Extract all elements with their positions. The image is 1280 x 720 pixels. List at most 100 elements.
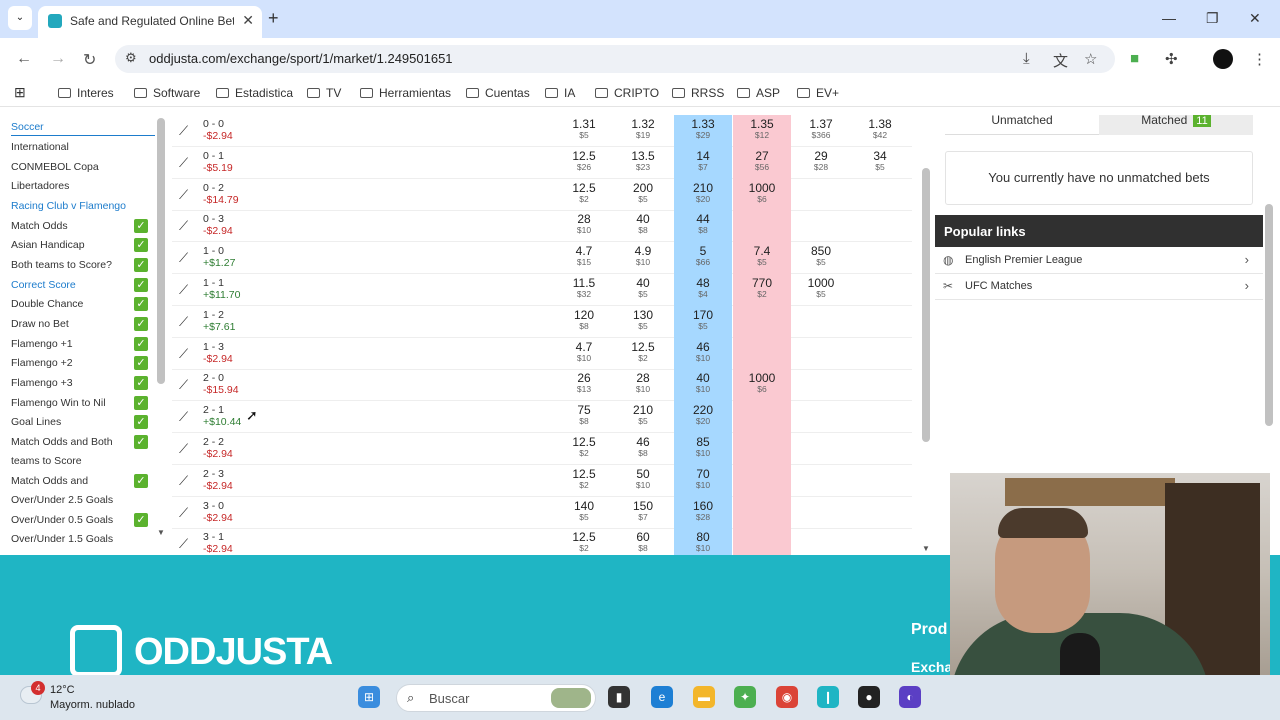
bookmark-star-icon[interactable]: ☆ (1084, 50, 1097, 68)
lay-price-cell[interactable] (733, 464, 791, 497)
sidebar-item[interactable]: Double Chance (11, 298, 83, 310)
price-chart-icon[interactable]: ⟋ (179, 441, 188, 457)
back-price-cell[interactable]: 60 $8 (614, 528, 672, 555)
lay-price-cell[interactable] (851, 401, 909, 433)
lay-price-cell[interactable]: 1000 $6 (733, 369, 791, 402)
back-price-cell[interactable]: 120 $8 (555, 306, 613, 338)
back-price-cell[interactable]: 13.5 $23 (614, 147, 672, 179)
checkbox-checked-icon[interactable]: ✓ (134, 474, 148, 488)
price-chart-icon[interactable]: ⟋ (179, 123, 188, 139)
apps-grid-icon[interactable]: ⊞ (14, 84, 26, 101)
back-price-cell[interactable]: 11.5 $32 (555, 274, 613, 306)
extensions-puzzle-icon[interactable]: ✣ (1165, 50, 1178, 68)
back-price-cell[interactable]: 75 $8 (555, 401, 613, 433)
task-view-icon[interactable]: ▮ (608, 686, 630, 708)
new-tab-button[interactable]: + (268, 8, 279, 29)
lay-price-cell[interactable]: 850 $5 (792, 242, 850, 274)
close-tab-icon[interactable]: ✕ (242, 12, 254, 29)
sidebar-item[interactable]: Over/Under 0.5 Goals (11, 514, 113, 526)
install-app-icon[interactable]: ⤓ (1023, 50, 1030, 67)
lay-price-cell[interactable]: 1.35 $12 (733, 115, 791, 147)
lay-price-cell[interactable] (792, 306, 850, 338)
back-price-cell[interactable]: 210 $5 (614, 401, 672, 433)
back-price-cell[interactable]: 220 $20 (674, 401, 732, 434)
lay-price-cell[interactable] (792, 210, 850, 242)
lay-price-cell[interactable] (851, 179, 909, 211)
extension-icon[interactable]: ■ (1130, 50, 1139, 67)
obs-icon[interactable]: ● (858, 686, 880, 708)
back-price-cell[interactable]: 46 $10 (674, 337, 732, 370)
lay-price-cell[interactable]: 1000 $6 (733, 178, 791, 211)
edge-icon[interactable]: e (651, 686, 673, 708)
lay-price-cell[interactable] (733, 401, 791, 434)
lay-price-cell[interactable] (851, 338, 909, 370)
checkbox-checked-icon[interactable]: ✓ (134, 258, 148, 272)
lay-price-cell[interactable]: 29 $28 (792, 147, 850, 179)
tab-search-button[interactable]: ⌄ (8, 6, 32, 30)
back-price-cell[interactable]: 12.5 $2 (555, 433, 613, 465)
back-price-cell[interactable]: 1.32 $19 (614, 115, 672, 147)
checkbox-checked-icon[interactable]: ✓ (134, 219, 148, 233)
lay-price-cell[interactable]: 1.38 $42 (851, 115, 909, 147)
restore-icon[interactable]: ❐ (1206, 10, 1219, 27)
back-price-cell[interactable]: 1.31 $5 (555, 115, 613, 147)
lay-price-cell[interactable] (733, 210, 791, 243)
price-chart-icon[interactable]: ⟋ (179, 314, 188, 330)
translate-icon[interactable]: 文 (1053, 50, 1068, 71)
lay-price-cell[interactable] (733, 496, 791, 529)
close-window-icon[interactable]: ✕ (1249, 10, 1261, 27)
back-price-cell[interactable]: 28 $10 (555, 210, 613, 242)
bookmark-folder[interactable]: TV (307, 86, 341, 100)
lay-price-cell[interactable] (792, 433, 850, 465)
lay-price-cell[interactable] (733, 528, 791, 555)
chrome-icon[interactable]: ◉ (776, 686, 798, 708)
sidebar-item[interactable]: teams to Score (11, 455, 82, 467)
price-chart-icon[interactable]: ⟋ (179, 505, 188, 521)
sidebar-item[interactable]: Over/Under 1.5 Goals (11, 533, 113, 542)
lay-price-cell[interactable] (851, 274, 909, 306)
sidebar-item[interactable]: Asian Handicap (11, 239, 85, 251)
sidebar-item[interactable]: International (11, 141, 69, 153)
windows-start-icon[interactable]: ⊞ (358, 686, 380, 708)
reload-icon[interactable]: ↻ (83, 50, 96, 70)
lay-price-cell[interactable] (733, 433, 791, 465)
sidebar-item[interactable]: Racing Club v Flamengo (11, 200, 126, 212)
market-scrollbar[interactable] (922, 168, 930, 442)
checkbox-checked-icon[interactable]: ✓ (134, 356, 148, 370)
lay-price-cell[interactable] (792, 465, 850, 497)
sidebar-item[interactable]: Draw no Bet (11, 318, 69, 330)
sidebar-item[interactable]: Correct Score (11, 279, 76, 291)
back-price-cell[interactable]: 26 $13 (555, 369, 613, 401)
bookmark-folder[interactable]: ASP (737, 86, 780, 100)
sidebar-item[interactable]: Libertadores (11, 180, 69, 192)
price-chart-icon[interactable]: ⟋ (179, 473, 188, 489)
back-price-cell[interactable]: 130 $5 (614, 306, 672, 338)
price-chart-icon[interactable]: ⟋ (179, 346, 188, 362)
bookmark-folder[interactable]: Herramientas (360, 86, 451, 100)
back-price-cell[interactable]: 40 $10 (674, 369, 732, 402)
lay-price-cell[interactable]: 27 $56 (733, 146, 791, 179)
back-price-cell[interactable]: 4.9 $10 (614, 242, 672, 274)
back-price-cell[interactable]: 4.7 $10 (555, 338, 613, 370)
lay-price-cell[interactable]: 7.4 $5 (733, 242, 791, 275)
back-price-cell[interactable]: 40 $5 (614, 274, 672, 306)
price-chart-icon[interactable]: ⟋ (179, 377, 188, 393)
checkbox-checked-icon[interactable]: ✓ (134, 396, 148, 410)
checkbox-checked-icon[interactable]: ✓ (134, 238, 148, 252)
checkbox-checked-icon[interactable]: ✓ (134, 317, 148, 331)
back-price-cell[interactable]: 12.5 $2 (555, 179, 613, 211)
forward-icon[interactable]: → (50, 50, 66, 68)
back-price-cell[interactable]: 5 $66 (674, 242, 732, 275)
lay-price-cell[interactable]: 34 $5 (851, 147, 909, 179)
price-chart-icon[interactable]: ⟋ (179, 187, 188, 203)
oddjusta-app-icon[interactable]: ❙ (817, 686, 839, 708)
back-price-cell[interactable]: 160 $28 (674, 496, 732, 529)
back-price-cell[interactable]: 50 $10 (614, 465, 672, 497)
back-price-cell[interactable]: 170 $5 (674, 305, 732, 338)
store-icon[interactable]: ✦ (734, 686, 756, 708)
back-price-cell[interactable]: 40 $8 (614, 210, 672, 242)
bookmark-folder[interactable]: RRSS (672, 86, 724, 100)
back-price-cell[interactable]: 70 $10 (674, 464, 732, 497)
price-chart-icon[interactable]: ⟋ (179, 155, 188, 171)
back-price-cell[interactable]: 12.5 $26 (555, 147, 613, 179)
